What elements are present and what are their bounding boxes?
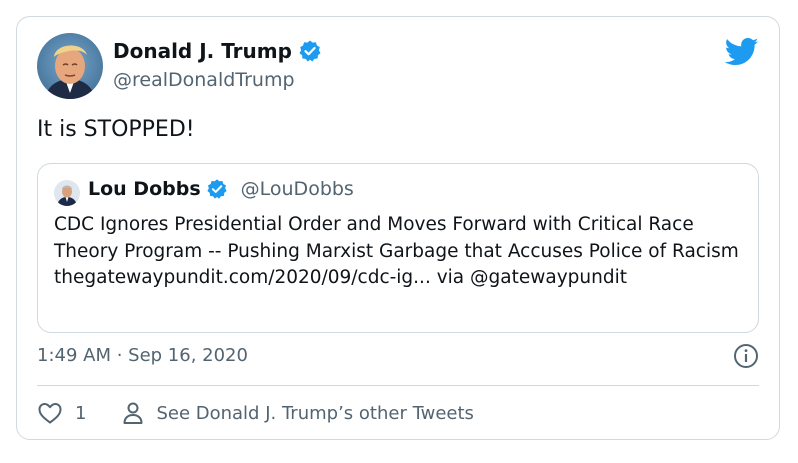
tweet-card[interactable]: Donald J. Trump @realDonaldTrump It is S… [16, 16, 780, 440]
author-name[interactable]: Donald J. Trump [113, 39, 292, 63]
info-icon[interactable] [733, 343, 759, 369]
like-button[interactable]: 1 [37, 401, 86, 425]
twitter-bird-icon[interactable] [725, 37, 759, 67]
quoted-author-handle[interactable]: @LouDobbs [241, 178, 354, 200]
other-tweets-label[interactable]: See Donald J. Trump’s other Tweets [156, 403, 473, 424]
author-name-row[interactable]: Donald J. Trump [113, 39, 322, 63]
heart-icon [37, 401, 63, 425]
verified-badge-icon [206, 178, 228, 200]
divider [37, 385, 759, 386]
verified-badge-icon [298, 39, 322, 63]
person-icon [122, 401, 144, 425]
author-handle[interactable]: @realDonaldTrump [113, 69, 295, 91]
quoted-author-name[interactable]: Lou Dobbs [88, 178, 201, 200]
author-avatar[interactable] [37, 33, 103, 99]
other-tweets-link[interactable]: See Donald J. Trump’s other Tweets [122, 401, 474, 425]
quoted-tweet[interactable]: Lou Dobbs @LouDobbs CDC Ignores Presiden… [37, 163, 759, 333]
quoted-author-row[interactable]: Lou Dobbs @LouDobbs [88, 178, 354, 200]
quoted-author-avatar[interactable] [54, 180, 80, 206]
like-count: 1 [75, 402, 87, 424]
quoted-tweet-text: CDC Ignores Presidential Order and Moves… [54, 214, 739, 288]
tweet-text: It is STOPPED! [37, 117, 195, 142]
tweet-timestamp[interactable]: 1:49 AM · Sep 16, 2020 [37, 345, 248, 366]
tweet-actions: 1 See Donald J. Trump’s other Tweets [37, 401, 474, 425]
